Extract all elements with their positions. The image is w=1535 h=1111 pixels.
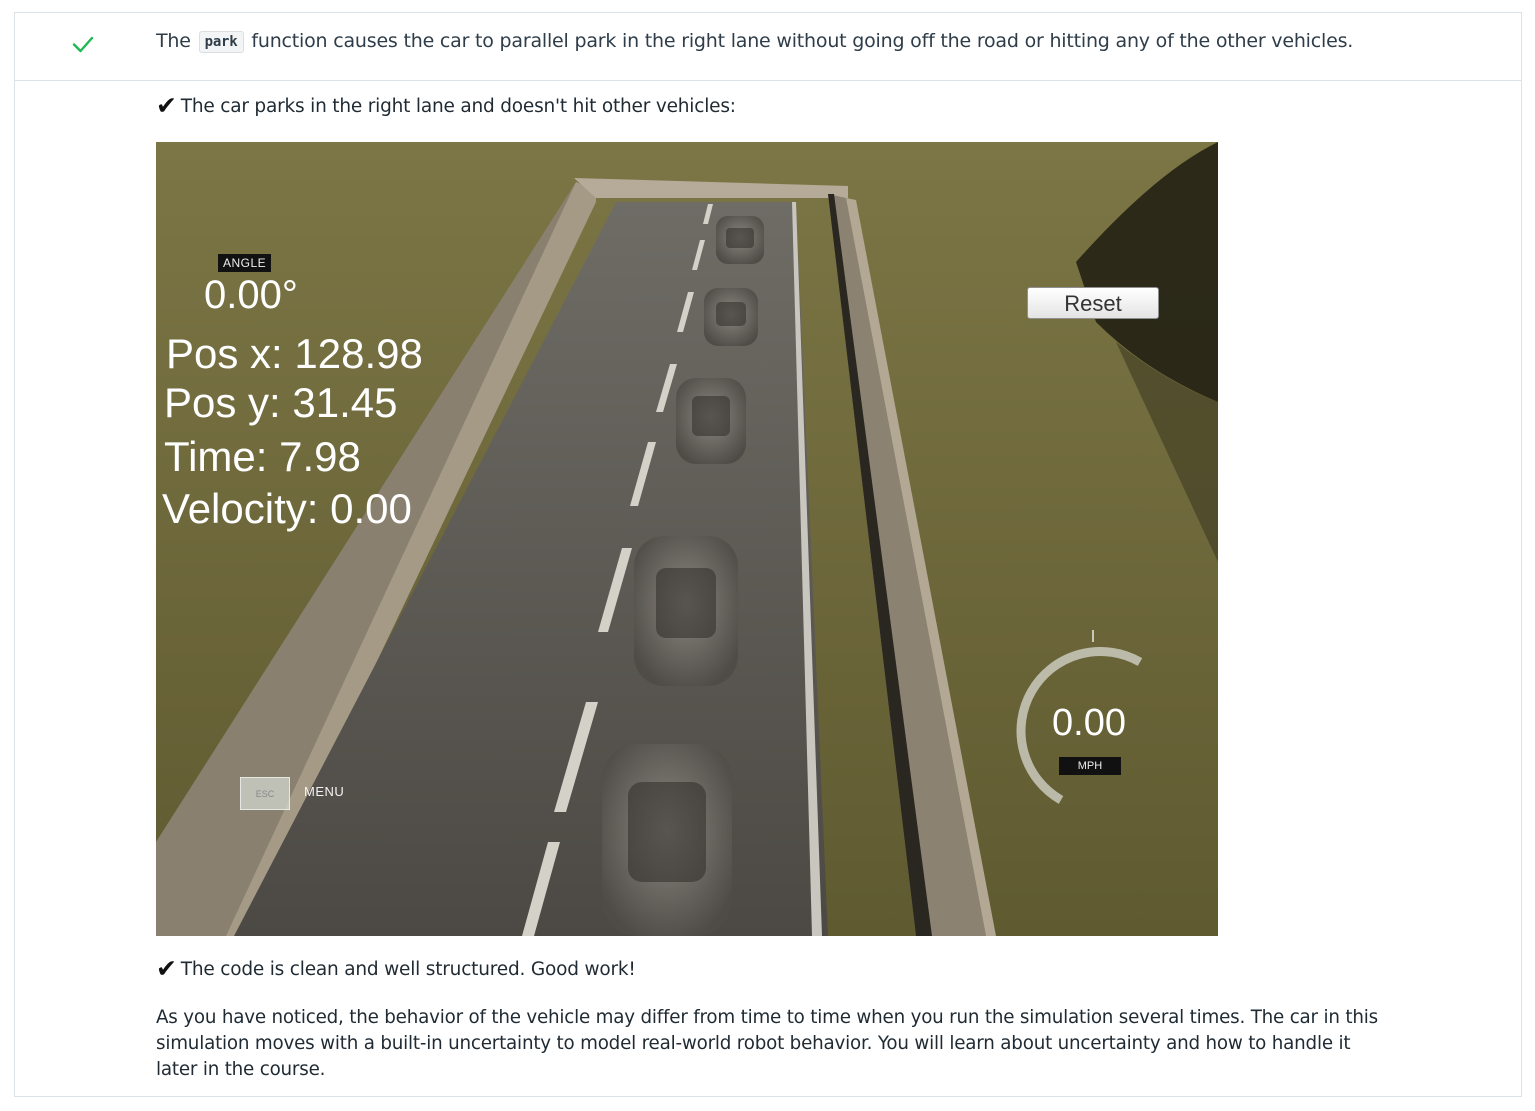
review-paragraph: As you have noticed, the behavior of the… <box>156 1007 1378 1080</box>
tick-icon: ✔ <box>156 954 177 983</box>
rubric-criterion-row: The park function causes the car to para… <box>15 13 1521 81</box>
review-note-code: ✔ The code is clean and well structured. … <box>156 956 636 983</box>
reset-button: Reset <box>1027 287 1159 319</box>
code-snippet: park <box>198 31 244 53</box>
pos-y-readout: Pos y: 31.45 <box>164 379 398 426</box>
velocity-readout: Velocity: 0.00 <box>162 485 412 532</box>
angle-value: 0.00° <box>204 273 298 317</box>
review-note-parking-text: The car parks in the right lane and does… <box>180 96 736 117</box>
review-note-parking: ✔ The car parks in the right lane and doe… <box>156 93 736 120</box>
checkmark-icon <box>72 36 94 53</box>
speedometer-unit: MPH <box>1059 757 1121 775</box>
criterion-prefix: The <box>156 30 191 52</box>
angle-label: ANGLE <box>218 254 272 272</box>
esc-button: ESC <box>240 777 290 810</box>
tick-icon: ✔ <box>156 91 177 120</box>
menu-label: MENU <box>304 784 345 799</box>
simulator-screenshot: ANGLE 0.00° Pos x: 128.98 Pos y: 31.45 T… <box>156 142 1218 936</box>
criterion-text: The park function causes the car to para… <box>156 27 1353 56</box>
pos-x-readout: Pos x: 128.98 <box>166 330 423 377</box>
review-note-code-text: The code is clean and well structured. G… <box>180 959 636 980</box>
rubric-item-card: The park function causes the car to para… <box>14 12 1522 1097</box>
simulator-scene <box>156 142 1218 936</box>
criterion-suffix: function causes the car to parallel park… <box>251 30 1354 52</box>
speedometer-value: 0.00 <box>1052 702 1126 744</box>
time-readout: Time: 7.98 <box>164 433 361 480</box>
